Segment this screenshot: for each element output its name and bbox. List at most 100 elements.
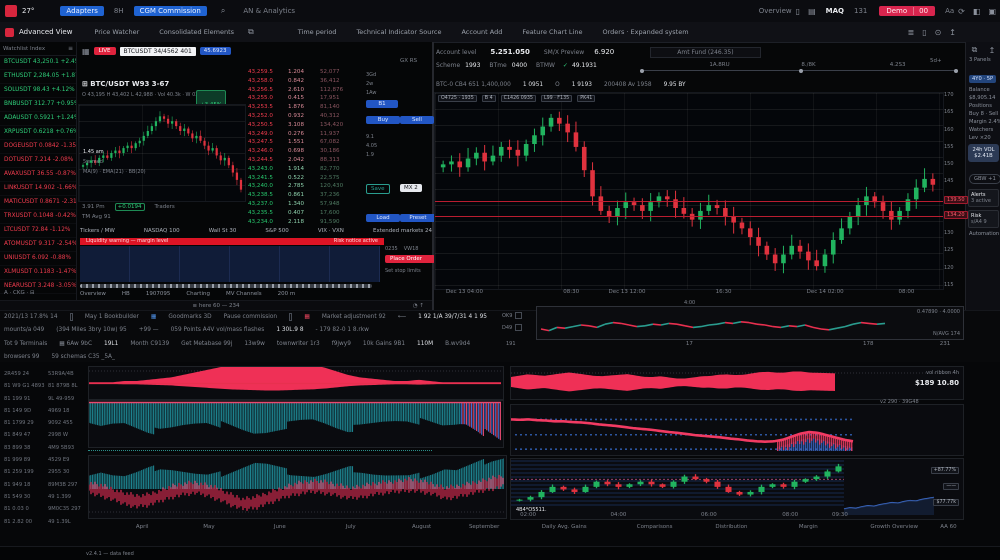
toolbar-icon[interactable]: ⊙ <box>935 28 942 37</box>
gbw-pill[interactable]: GBW +1 <box>969 174 1000 184</box>
slider-handle-end[interactable] <box>954 69 958 73</box>
watchlist-row[interactable]: ADAUSDT 0.5921 +1.24% <box>0 112 76 126</box>
strip-checkbox-2[interactable] <box>515 324 522 331</box>
status-segment[interactable]: Goodmarks 3D <box>168 314 211 320</box>
footer-tab[interactable]: MV Channels <box>226 291 262 297</box>
metric-row[interactable]: 81 549 30 49 1.399 <box>4 491 86 503</box>
layout-grid-icon[interactable]: ◧ <box>973 7 981 16</box>
orderbook-row[interactable]: 43,256.5 2.610 112,876 <box>248 86 360 95</box>
dual-oscillator-panel-l3[interactable] <box>88 455 507 519</box>
ctl-l2[interactable]: BTme <box>489 62 506 69</box>
menu-item[interactable]: Technical Indicator Source <box>356 28 441 36</box>
status-segment[interactable]: ▦ <box>151 314 156 320</box>
slider-handle-mid[interactable] <box>799 69 803 73</box>
tab-8h[interactable]: 8H <box>114 7 124 15</box>
status-segment[interactable]: 110M <box>417 341 433 347</box>
toolbar-icon[interactable]: ↥ <box>949 28 956 37</box>
copy-panel-icon[interactable]: ⧉ <box>972 45 978 55</box>
watchlist-menu-icon[interactable]: ≡ <box>68 45 73 52</box>
menu-item[interactable]: Feature Chart Line <box>522 28 582 36</box>
watchlist-row[interactable]: ETHUSDT 2,284.05 +1.87% <box>0 70 76 84</box>
horizontal-scrollbar[interactable] <box>80 284 372 288</box>
orderbook-row[interactable]: 43,250.5 3.108 134,420 <box>248 121 360 130</box>
maq-label[interactable]: MAQ <box>826 7 844 15</box>
metric-row[interactable]: 2R459 24 53R9A/4B <box>4 368 86 380</box>
footer-tab[interactable]: 1907095 <box>146 291 171 297</box>
watchlist-row[interactable]: AVAXUSDT 36.55 -0.87% <box>0 168 76 182</box>
status-segment[interactable]: townwriter 1r3 <box>277 341 320 347</box>
metric-row[interactable]: 81 849 47 2998 W <box>4 429 86 441</box>
status-segment[interactable]: ⟵ <box>398 314 406 320</box>
status-segment[interactable]: mounts/a 049 <box>4 327 44 333</box>
upload-icon[interactable]: ↥ <box>989 46 996 55</box>
orderbook-row[interactable]: 43,246.0 0.698 30,186 <box>248 147 360 156</box>
watchlist-row[interactable]: BTCUSDT 43,250.1 +2.45% <box>0 56 76 70</box>
watchlist-row[interactable]: LINKUSDT 14.902 -1.66% <box>0 182 76 196</box>
orderbook-row[interactable]: 43,241.5 0.522 22,575 <box>248 174 360 183</box>
winA-status-icons[interactable]: ◔ ↑ <box>413 303 424 309</box>
toolbar-icon[interactable]: ▯ <box>922 28 926 37</box>
left-chart-canvas[interactable]: 1.45 am 5w med MA(9) · EMA(21) · BB(20) <box>78 104 246 202</box>
orderbook-row[interactable]: 43,258.0 0.842 36,412 <box>248 77 360 86</box>
sidebar-chip[interactable]: 4Y0 · 5P <box>969 75 996 83</box>
sell-button[interactable]: Sell <box>400 116 434 124</box>
metric-row[interactable]: 81 149 9D 4969 18 <box>4 405 86 417</box>
orderbook-row[interactable]: 43,259.5 1.204 52,077 <box>248 68 360 77</box>
strip-header[interactable]: Tickers / MW <box>80 228 115 234</box>
price-level-line[interactable] <box>435 216 943 217</box>
strip-header[interactable]: NASDAQ 100 <box>144 228 180 234</box>
volume-button[interactable]: 24h VOL $2.41B <box>968 144 999 162</box>
adapters-button[interactable]: Adapters <box>60 6 103 16</box>
status-segment[interactable]: Get Metabase 99j <box>181 341 232 347</box>
status-segment[interactable]: May 1 Bookbuilder <box>85 314 139 320</box>
status-segment[interactable]: 10k Gains 9B1 <box>363 341 405 347</box>
status-segment[interactable]: Tot 9 Terminals <box>4 341 47 347</box>
orderbook-row[interactable]: 43,244.5 2.042 88,313 <box>248 156 360 165</box>
orderbook-row[interactable]: 43,237.0 1.340 57,948 <box>248 200 360 209</box>
metric-row[interactable]: 81 2.82 00 49 1.39L <box>4 516 86 528</box>
ribbon-panel-r1[interactable]: vol ribbon 4h $189 10.80 <box>510 366 964 400</box>
toolbar-icon[interactable]: ≣ <box>907 28 914 37</box>
orderbook-row[interactable]: 43,235.5 0.407 17,600 <box>248 209 360 218</box>
menu-item[interactable]: Orders · Expanded system <box>602 28 688 36</box>
ctl-v2[interactable]: 0400 <box>512 62 527 69</box>
footer-tab[interactable]: Charting <box>186 291 210 297</box>
status-segment[interactable]: Market adjustment 92 <box>322 314 386 320</box>
status-segment[interactable]: 1 30L.9 8 <box>276 327 303 333</box>
orderbook-row[interactable]: 43,253.5 1.876 81,140 <box>248 103 360 112</box>
orderbook-row[interactable]: 43,252.0 0.932 40,312 <box>248 112 360 121</box>
strip-header[interactable]: VIX · VXN <box>318 228 344 234</box>
preset-button[interactable]: Preset <box>400 214 436 222</box>
price-button[interactable]: 45.6923 <box>200 47 231 55</box>
symbol-input[interactable]: BTCUSDT 34/4562 401 <box>120 47 196 56</box>
strip-header[interactable]: S&P 500 <box>265 228 288 234</box>
oscillator-panel-l1[interactable] <box>88 366 504 400</box>
menu-item[interactable]: Account Add <box>461 28 502 36</box>
status-segment[interactable] <box>289 313 292 321</box>
book-icon[interactable]: ▤ <box>808 7 816 16</box>
status-segment[interactable]: - 179 82-0 1 8.rkw <box>316 327 369 333</box>
live-button[interactable]: LIVE <box>94 47 116 55</box>
watchlist-row[interactable]: ATOMUSDT 9.317 -2.54% <box>0 238 76 252</box>
orderbook-row[interactable]: 43,249.0 0.276 11,937 <box>248 130 360 139</box>
price-level-line[interactable] <box>435 201 943 202</box>
metric-row[interactable]: 81 259 199 2955 30 <box>4 466 86 478</box>
b1-button[interactable]: B1 <box>366 100 398 108</box>
risk-box[interactable]: Risk s/A4 9 <box>968 210 999 228</box>
footer-tab[interactable]: 200 m <box>278 291 296 297</box>
strip-header[interactable]: Extended markets 24 <box>373 228 432 234</box>
grid-view-icon[interactable]: ▦ <box>82 47 90 56</box>
range-tag[interactable]: 5d+ <box>930 58 942 64</box>
alerts-box[interactable]: Alerts 3 active <box>968 189 999 207</box>
histogram-panel-l2[interactable] <box>88 400 504 448</box>
status-segment[interactable]: browsers 99 <box>4 354 39 360</box>
watchlist-row[interactable]: BNBUSDT 312.77 +0.95% <box>0 98 76 112</box>
slider-handle-start[interactable] <box>640 69 644 73</box>
footer-tab[interactable]: HB <box>122 291 130 297</box>
overview-strip[interactable]: 0.47890 · 4.0000 N/AVG 174 <box>536 306 964 340</box>
watchlist-row[interactable]: DOGEUSDT 0.0842 -1.35% <box>0 140 76 154</box>
chart-chip[interactable]: L99 · F135 <box>541 95 572 102</box>
load-button[interactable]: Load <box>366 214 400 222</box>
watchlist-row[interactable]: DOTUSDT 7.214 -2.08% <box>0 154 76 168</box>
status-segment[interactable]: B.wv9d4 <box>445 341 470 347</box>
